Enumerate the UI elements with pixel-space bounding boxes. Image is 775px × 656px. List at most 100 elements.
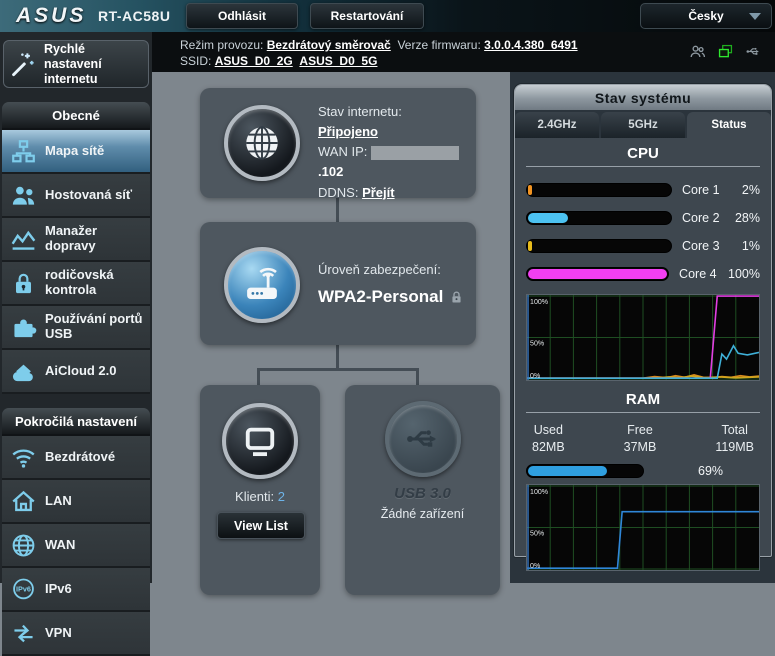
svg-text:100%: 100%: [530, 298, 549, 306]
cpu-core1-fill: [528, 185, 532, 195]
lock-icon: [449, 289, 464, 306]
wifi-icon: [9, 443, 38, 472]
ddns-link[interactable]: Přejít: [362, 185, 395, 200]
ram-columns: Used 82MB Free 37MB Total 119MB: [526, 422, 760, 456]
puzzle-icon: [9, 313, 38, 342]
sidebar-item-wan[interactable]: WAN: [2, 524, 150, 568]
ram-free-label: Free: [624, 422, 657, 439]
sidebar-item-label: AiCloud 2.0: [45, 364, 117, 379]
tab-5ghz[interactable]: 5GHz: [601, 112, 685, 138]
connector-line: [257, 370, 260, 385]
divider: [526, 166, 760, 167]
sidebar-item-label: Manažer dopravy: [45, 224, 146, 254]
usb-port-button[interactable]: [385, 401, 461, 477]
tab-status[interactable]: Status: [687, 112, 771, 138]
firmware-label: Verze firmwaru:: [397, 38, 480, 52]
globe-icon: [9, 531, 38, 560]
cpu-core2-bar: [526, 211, 672, 225]
sidebar-group-general: Obecné Mapa sítě Hostovaná síť Manažer d…: [2, 102, 150, 394]
cpu-core4-pct: 100%: [728, 267, 760, 281]
security-card: Úroveň zabezpečení: WPA2-Personal: [200, 222, 476, 345]
sidebar-item-label: Bezdrátové: [45, 450, 115, 465]
operation-mode-link[interactable]: Bezdrátový směrovač: [267, 38, 391, 52]
ram-used: Used 82MB: [532, 422, 565, 456]
wan-ip-label: WAN IP:: [318, 144, 367, 159]
ram-section-title: RAM: [526, 391, 760, 408]
cpu-core-row: Core 3 1%: [526, 232, 760, 260]
quick-internet-setup-button[interactable]: Rychlé nastavení internetu: [3, 40, 149, 88]
lan-status-icon[interactable]: [716, 42, 735, 61]
svg-text:100%: 100%: [530, 488, 549, 496]
ram-bar: [526, 464, 644, 478]
internet-globe-button[interactable]: [224, 105, 300, 181]
clients-card: Klienti: 2 View List: [200, 385, 320, 595]
router-button[interactable]: [224, 247, 300, 323]
sidebar-item-traffic-manager[interactable]: Manažer dopravy: [2, 218, 150, 262]
guests-icon: [9, 181, 38, 210]
usb-port-status: Žádné zařízení: [345, 507, 500, 521]
clients-button[interactable]: [222, 403, 298, 479]
svg-text:0%: 0%: [530, 562, 541, 570]
clients-status-icon[interactable]: [688, 42, 707, 61]
internet-status-link[interactable]: Připojeno: [318, 124, 378, 139]
cpu-core3-bar: [526, 239, 672, 253]
sidebar-group-advanced: Pokročilá nastavení Bezdrátové LAN WAN I…: [2, 408, 150, 656]
ddns-label: DDNS:: [318, 185, 358, 200]
panel-title: Stav systému: [515, 85, 771, 110]
info-row-1: Režim provozu: Bezdrátový směrovač Verze…: [180, 38, 578, 52]
svg-text:50%: 50%: [530, 340, 545, 348]
top-bar: ASUS RT-AC58U Odhlásit Restartování Česk…: [0, 0, 775, 34]
divider: [526, 412, 760, 413]
cpu-core-row: Core 2 28%: [526, 204, 760, 232]
sidebar-item-lan[interactable]: LAN: [2, 480, 150, 524]
usb-status-icon[interactable]: [744, 42, 763, 61]
cpu-core4-bar: [526, 267, 669, 281]
connector-line: [416, 370, 419, 385]
sidebar-item-network-map[interactable]: Mapa sítě: [2, 130, 150, 174]
sidebar-item-guest-network[interactable]: Hostovaná síť: [2, 174, 150, 218]
group-title-general: Obecné: [2, 102, 150, 130]
tab-2-4ghz[interactable]: 2.4GHz: [515, 112, 599, 138]
system-status-panel: Stav systému 2.4GHz 5GHz Status CPU Core…: [514, 84, 772, 557]
panel-tabs: 2.4GHz 5GHz Status: [515, 110, 771, 138]
ipv6-globe-icon: IPv6: [9, 575, 38, 604]
ram-bar-fill: [528, 466, 607, 476]
usb-port-title: USB 3.0: [345, 485, 500, 502]
reboot-button[interactable]: Restartování: [310, 3, 424, 29]
cpu-core3-pct: 1%: [732, 239, 760, 253]
ram-free-value: 37MB: [624, 439, 657, 456]
sidebar-item-label: rodičovská kontrola: [45, 268, 146, 298]
view-list-button[interactable]: View List: [217, 512, 305, 539]
sidebar-item-vpn[interactable]: VPN: [2, 612, 150, 656]
sidebar-item-parental-control[interactable]: rodičovská kontrola: [2, 262, 150, 306]
cpu-core2-pct: 28%: [732, 211, 760, 225]
ssid-5g-link[interactable]: ASUS_D0_5G: [299, 54, 377, 68]
ram-total: Total 119MB: [715, 422, 754, 456]
internet-status-label: Stav internetu:: [318, 102, 476, 122]
status-icons: [688, 42, 763, 61]
sidebar-item-ipv6[interactable]: IPv6 IPv6: [2, 568, 150, 612]
svg-text:50%: 50%: [530, 529, 545, 537]
vpn-arrows-icon: [9, 619, 38, 648]
sidebar-item-wireless[interactable]: Bezdrátové: [2, 436, 150, 480]
sidebar-item-aicloud[interactable]: AiCloud 2.0: [2, 350, 150, 394]
logout-button[interactable]: Odhlásit: [186, 3, 298, 29]
cpu-usage-graph: 100%50%0%: [526, 294, 760, 381]
asus-logo: ASUS: [16, 4, 86, 28]
ram-used-value: 82MB: [532, 439, 565, 456]
ram-pct: 69%: [698, 464, 723, 478]
usb-icon: [402, 418, 444, 460]
ddns-row: DDNS: Přejít: [318, 183, 476, 203]
ram-bar-row: 69%: [526, 464, 760, 478]
router-icon: [241, 264, 283, 306]
wand-icon: [8, 49, 38, 79]
home-icon: [9, 487, 38, 516]
sidebar-item-usb-application[interactable]: Používání portů USB: [2, 306, 150, 350]
ssid-2g-link[interactable]: ASUS_D0_2G: [215, 54, 293, 68]
mode-label: Režim provozu:: [180, 38, 263, 52]
ram-total-label: Total: [715, 422, 754, 439]
wan-ip-redacted: [371, 146, 459, 160]
firmware-version-link[interactable]: 3.0.0.4.380_6491: [484, 38, 577, 52]
language-select[interactable]: Česky: [640, 3, 772, 29]
clients-count-row: Klienti: 2: [200, 489, 320, 504]
